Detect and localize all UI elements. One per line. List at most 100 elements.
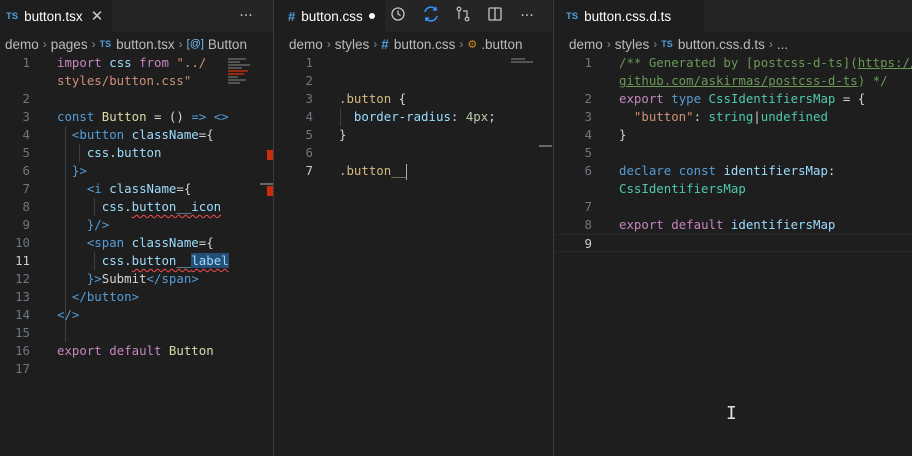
link[interactable]: github.com/askirmas/postcss-d-ts [619,73,858,88]
line-number: 7 [584,199,592,214]
breadcrumb-item[interactable]: pages [51,37,88,52]
breadcrumb-item[interactable]: .button [481,37,522,52]
chevron-right-icon: › [768,37,773,51]
line-number: 3 [22,109,30,124]
split-editor-icon[interactable] [485,6,505,26]
sync-icon[interactable] [421,6,441,26]
error-squiggle[interactable]: button__icon [132,199,222,214]
tab-label: button.css [301,8,363,24]
code-token: Button [101,109,147,124]
code-line: 7 [554,198,912,216]
code-line: 8 css.button__icon [0,198,273,216]
tab-label: button.css.d.ts [584,8,672,24]
code-line: 17 [0,360,273,378]
line-number: 6 [584,163,592,178]
code-line: 1/** Generated by [postcss-d-ts](https:/… [554,54,912,72]
code-line: 6 }> [0,162,273,180]
code-token: css [109,55,132,70]
line-number: 6 [305,145,313,160]
code-editor[interactable]: 1 2 3 .button { 4 border-radius: 4px; 5} … [275,54,552,180]
breadcrumb-item[interactable]: styles [615,37,650,52]
code-line: 4} [554,126,912,144]
code-line: 2 export type CssIdentifiersMap = { [554,90,912,108]
line-number: 2 [584,91,592,106]
unsaved-dot-icon[interactable] [368,13,375,19]
line-number: 13 [15,289,30,304]
code-line: 7 <i className={ [0,180,273,198]
compare-changes-icon[interactable] [453,6,473,26]
tab-button-css[interactable]: # button.css [275,0,385,32]
code-line: 3 const Button = () => <> [0,108,273,126]
line-number: 1 [22,55,30,70]
tab-button-css-d-ts[interactable]: TS button.css.d.ts [554,0,704,32]
code-line: 9 [554,234,912,252]
chevron-right-icon: › [459,37,464,51]
history-icon[interactable] [388,6,408,26]
line-number: 10 [15,235,30,250]
breadcrumb-item[interactable]: button.css.d.ts [678,37,765,52]
minimap[interactable] [511,58,539,64]
scrollbar-marker [539,145,552,147]
symbol-variable-icon: [@] [186,38,204,50]
code-line: 16 export default Button [0,342,273,360]
code-line: 13 </button> [0,288,273,306]
more-actions-icon[interactable]: ··· [517,6,537,26]
breadcrumb-item[interactable]: ... [777,37,788,52]
line-number: 7 [305,163,313,178]
line-number: 1 [305,55,313,70]
line-number: 9 [584,236,592,251]
line-number: 6 [22,163,30,178]
code-line: 10 <span className={ [0,234,273,252]
editor-pane-button-css-d-ts: TS button.css.d.ts demo › styles › TS bu… [554,0,912,456]
line-number: 2 [305,73,313,88]
code-line: 3 .button { [275,90,552,108]
line-number: 12 [15,271,30,286]
error-squiggle[interactable]: button__label [132,253,229,268]
line-number: 3 [305,91,313,106]
minimap[interactable] [228,58,256,85]
chevron-right-icon: › [373,37,378,51]
code-line: 6 declare const identifiersMap: [554,162,912,180]
tab-bar: TS button.tsx ✕ ··· [0,0,273,32]
line-number: 9 [22,217,30,232]
text-select-cursor-icon: I [726,403,737,424]
chevron-right-icon: › [653,37,658,51]
code-editor[interactable]: 1/** Generated by [postcss-d-ts](https:/… [554,54,912,252]
breadcrumb-item[interactable]: Button [208,37,247,52]
code-line: 9 }/> [0,216,273,234]
chevron-right-icon: › [606,37,611,51]
line-number: 7 [22,181,30,196]
more-actions-icon[interactable]: ··· [236,6,256,26]
breadcrumb: demo › styles › # button.css › ⚙ .button [275,34,552,54]
code-token: styles/button.css" [57,73,192,88]
editor-pane-button-tsx: TS button.tsx ✕ ··· demo › pages › TS bu… [0,0,273,456]
code-editor[interactable]: 1 import css from "../ styles/button.css"… [0,54,273,378]
link[interactable]: https:// [858,55,912,70]
typescript-file-icon: TS [661,39,673,49]
breadcrumb-item[interactable]: demo [5,37,39,52]
breadcrumb: demo › styles › TS button.css.d.ts › ... [554,34,912,54]
text-cursor [406,163,408,180]
breadcrumb-item[interactable]: styles [335,37,370,52]
line-number: 15 [15,325,30,340]
typescript-file-icon: TS [6,10,19,22]
typescript-file-icon: TS [99,39,112,49]
pane-divider[interactable] [273,0,274,456]
code-line: 11 css.button__label [0,252,273,270]
tab-button-tsx[interactable]: TS button.tsx ✕ [0,0,112,32]
line-number: 8 [22,199,30,214]
chevron-right-icon: › [91,37,96,51]
code-line: CssIdentifiersMap [619,181,746,196]
close-icon[interactable]: ✕ [91,7,104,25]
code-line: 12 }>Submit</span> [0,270,273,288]
line-number: 8 [584,217,592,232]
code-token: const [57,109,95,124]
breadcrumb-item[interactable]: demo [289,37,323,52]
breadcrumb-item[interactable]: demo [569,37,603,52]
breadcrumb-item[interactable]: button.tsx [116,37,175,52]
chevron-right-icon: › [42,37,47,51]
code-line: 14 </> [0,306,273,324]
breadcrumb-item[interactable]: button.css [394,37,456,52]
code-line: 5 css.button [0,144,273,162]
editor-pane-button-css: # button.css ··· demo › styles › # butto… [275,0,552,456]
